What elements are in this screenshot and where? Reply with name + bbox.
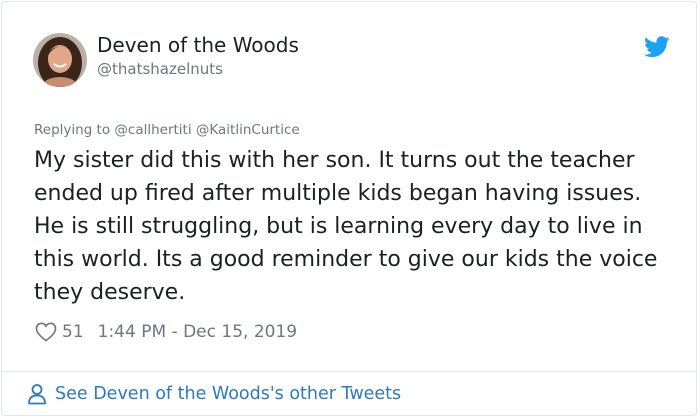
tweet-card: Deven of the Woods @thatshazelnuts Reply… bbox=[1, 1, 697, 416]
other-tweets-link[interactable]: See Deven of the Woods's other Tweets bbox=[27, 383, 401, 405]
footer-divider bbox=[2, 371, 696, 372]
author-avatar[interactable] bbox=[33, 33, 87, 87]
twitter-bird-icon[interactable] bbox=[644, 36, 670, 58]
other-tweets-label[interactable]: See Deven of the Woods's other Tweets bbox=[55, 384, 401, 404]
person-icon bbox=[28, 384, 46, 405]
tweet-timestamp[interactable]: 1:44 PM - Dec 15, 2019 bbox=[98, 322, 297, 342]
mention-link[interactable]: @callhertiti bbox=[114, 122, 191, 138]
like-count[interactable]: 51 bbox=[62, 322, 84, 342]
tweet-meta: 51 1:44 PM - Dec 15, 2019 bbox=[35, 320, 297, 344]
mention-link[interactable]: @KaitlinCurtice bbox=[196, 122, 300, 138]
avatar-image bbox=[33, 33, 87, 87]
replying-to-label: Replying to bbox=[34, 122, 111, 138]
tweet-text: My sister did this with her son. It turn… bbox=[34, 148, 658, 305]
author-display-name[interactable]: Deven of the Woods bbox=[97, 33, 299, 57]
author-handle[interactable]: @thatshazelnuts bbox=[97, 60, 223, 78]
replying-to-line: Replying to @callhertiti @KaitlinCurtice bbox=[34, 122, 300, 138]
heart-icon[interactable] bbox=[35, 322, 57, 342]
